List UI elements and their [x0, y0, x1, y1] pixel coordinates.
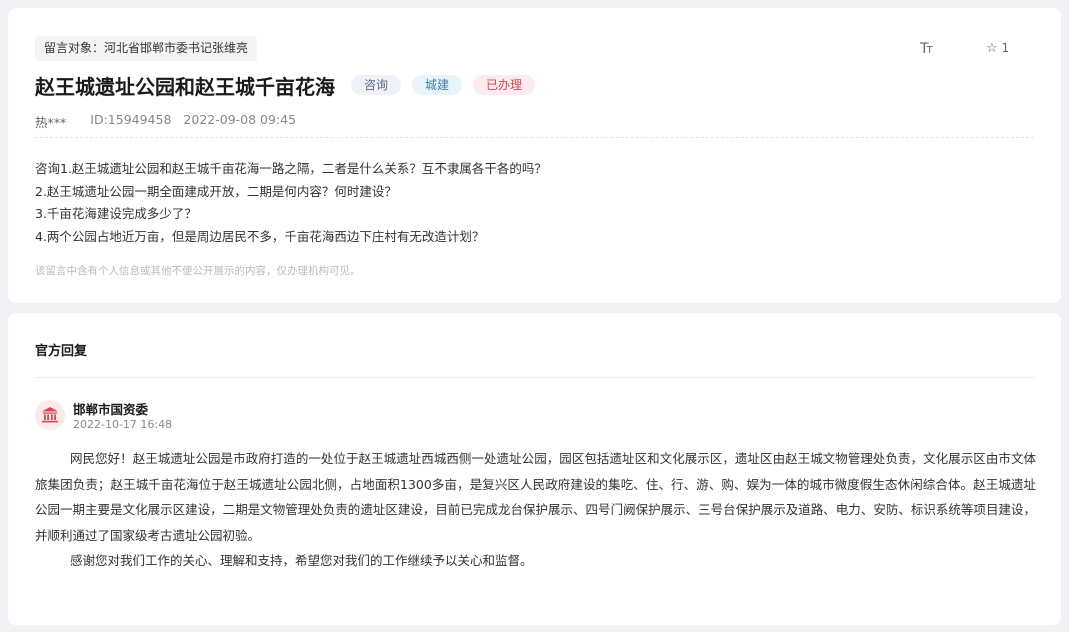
reply-paragraph: 网民您好！赵王城遗址公园是市政府打造的一处位于赵王城遗址西城西侧一处遗址公园，园… [35, 451, 1036, 543]
tag-city-construction[interactable]: 城建 [412, 75, 463, 95]
star-icon: ☆ [986, 41, 998, 56]
reply-paragraph: 感谢您对我们工作的关心、理解和支持，希望您对我们的工作继续予以关心和监督。 [70, 553, 533, 568]
reply-org-name: 邯郸市国资委 [73, 402, 149, 417]
content-line: 3.千亩花海建设完成多少了？ [35, 206, 197, 221]
favorite-count: 1 [1001, 41, 1010, 55]
message-id: ID:15949458 [90, 112, 172, 127]
message-title: 赵王城遗址公园和赵王城千亩花海 [35, 74, 335, 99]
divider [35, 377, 1034, 378]
font-size-icon: TT [920, 41, 933, 57]
message-content: 咨询1.赵王城遗址公园和赵王城千亩花海一路之隔，二者是什么关系？互不隶属各干各的… [35, 158, 547, 248]
reply-body: 网民您好！赵王城遗址公园是市政府打造的一处位于赵王城遗址西城西侧一处遗址公园，园… [35, 446, 1036, 574]
message-target-chip: 留言对象：河北省邯郸市委书记张维亮 [35, 36, 258, 61]
message-meta: 热*** ID:15949458 2022-09-08 09:45 [35, 112, 296, 131]
privacy-notice: 该留言中含有个人信息或其他不便公开展示的内容，仅办理机构可见。 [35, 265, 361, 277]
government-building-icon [35, 400, 65, 430]
author-name: 热*** [35, 115, 67, 130]
tag-consult[interactable]: 咨询 [351, 75, 402, 95]
reply-card: 官方回复 邯郸市国资委 2022-10-17 16:48 网民您好！赵王城遗址公… [8, 313, 1061, 625]
message-card: 留言对象：河北省邯郸市委书记张维亮 TT ☆ 1 赵王城遗址公园和赵王城千亩花海… [8, 8, 1061, 303]
content-line: 2.赵王城遗址公园一期全面建成开放，二期是何内容？何时建设？ [35, 183, 397, 199]
favorite-button[interactable]: ☆ 1 [986, 41, 1009, 56]
message-datetime: 2022-09-08 09:45 [183, 112, 297, 127]
reply-section-title: 官方回复 [35, 344, 88, 359]
tag-status-done: 已办理 [473, 75, 536, 95]
title-row: 赵王城遗址公园和赵王城千亩花海 咨询 城建 已办理 [35, 70, 546, 100]
content-line: 咨询1.赵王城遗址公园和赵王城千亩花海一路之隔，二者是什么关系？互不隶属各干各的… [35, 161, 547, 176]
reply-datetime: 2022-10-17 16:48 [73, 418, 173, 431]
font-size-button[interactable]: TT [920, 41, 933, 57]
content-line: 4.两个公园占地近万亩，但是周边居民不多，千亩花海西边下庄村有无改造计划？ [35, 228, 485, 244]
divider [35, 137, 1034, 138]
